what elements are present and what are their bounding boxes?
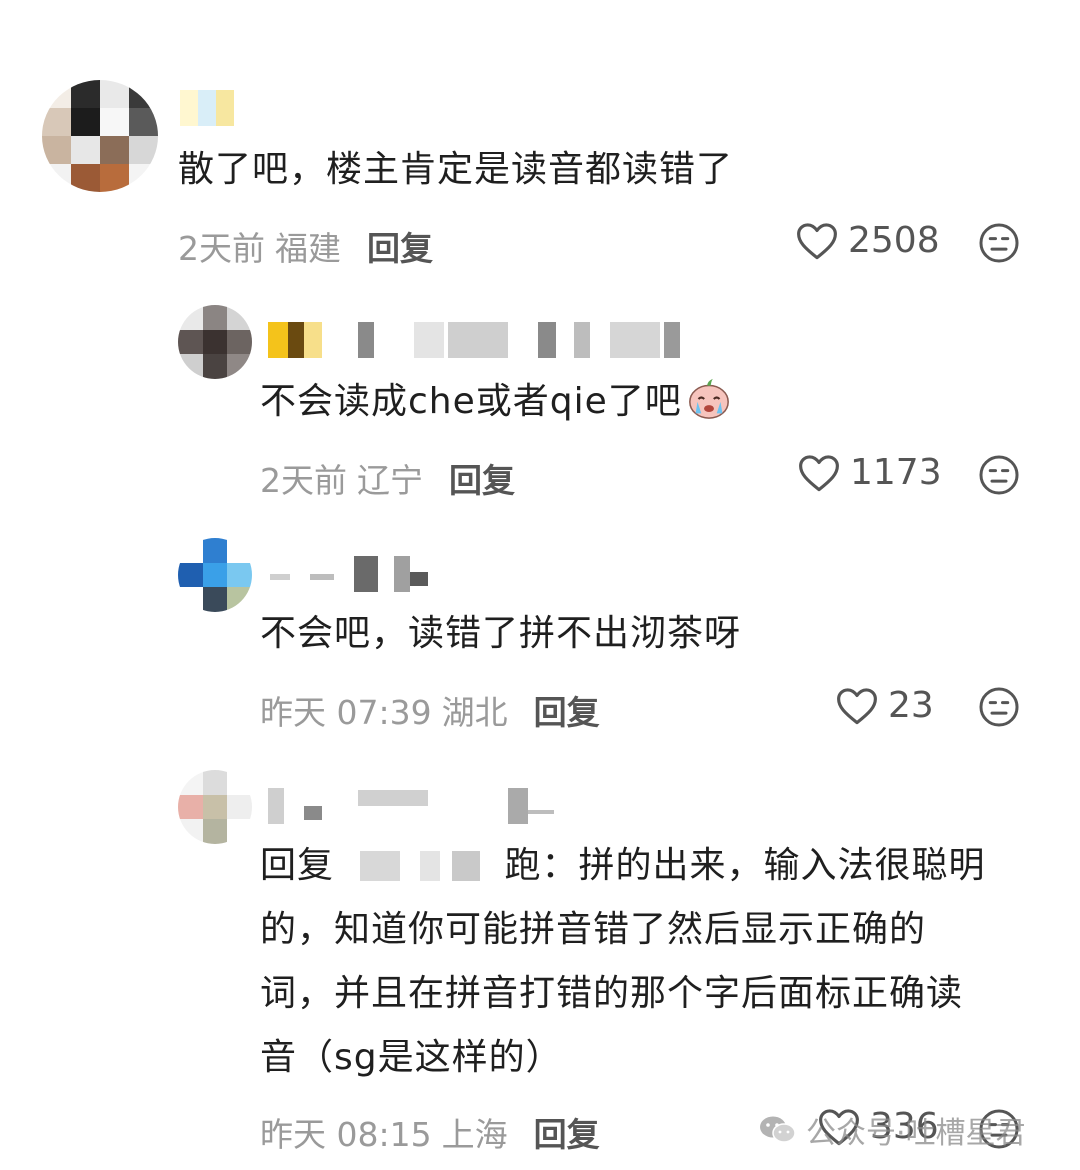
comment-text: 回复 跑：拼的出来，输入法很聪明 的，知道你可能拼音错了然后显示正确的 词，并且… <box>260 834 986 1090</box>
comment-meta: 2天前 福建 回复 <box>178 222 433 270</box>
comment-meta: 2天前 辽宁 回复 <box>260 454 515 502</box>
like-count: 1173 <box>850 452 942 493</box>
comment-text-line: 词，并且在拼音打错的那个字后面标正确读 <box>260 973 964 1014</box>
mention-pixelated[interactable] <box>350 851 501 881</box>
crying-face-emoji-icon <box>686 375 732 421</box>
avatar[interactable] <box>178 305 252 379</box>
like-count: 2508 <box>848 220 940 261</box>
heart-icon <box>798 453 840 493</box>
comment-text-line: 回复 跑：拼的出来，输入法很聪明 <box>260 834 986 898</box>
heart-icon <box>796 221 838 261</box>
like-button[interactable]: 2508 <box>796 220 940 261</box>
comment-time: 昨天 07:39 <box>260 693 432 732</box>
comment-text: 散了吧，楼主肯定是读音都读错了 <box>178 149 734 190</box>
dislike-button[interactable] <box>978 222 1020 264</box>
comment-location: 福建 <box>275 229 341 268</box>
avatar[interactable] <box>42 80 158 192</box>
reply-button[interactable]: 回复 <box>534 1108 600 1156</box>
username-pixelated[interactable] <box>268 788 558 824</box>
heart-icon <box>836 686 878 726</box>
watermark-text: 公众号·吐槽星君 <box>806 1116 1026 1151</box>
unamused-face-icon <box>978 222 1020 264</box>
dislike-button[interactable] <box>978 454 1020 496</box>
unamused-face-icon <box>978 686 1020 728</box>
comment-location: 上海 <box>441 1115 508 1154</box>
comment-meta: 昨天 07:39 湖北 回复 <box>260 686 600 734</box>
mention-suffix: 跑： <box>504 845 579 886</box>
like-count: 23 <box>888 685 934 726</box>
reply-button[interactable]: 回复 <box>367 222 433 270</box>
comment-text-content: 拼的出来，输入法很聪明 <box>578 845 986 886</box>
username-pixelated[interactable] <box>180 90 234 126</box>
reply-button[interactable]: 回复 <box>449 454 515 502</box>
avatar[interactable] <box>178 770 252 844</box>
comment-time: 2天前 <box>178 229 265 268</box>
like-button[interactable]: 1173 <box>798 452 942 493</box>
comment-text: 不会读成che或者qie了吧 <box>260 370 732 434</box>
username-pixelated[interactable] <box>270 556 440 592</box>
reply-button[interactable]: 回复 <box>534 686 600 734</box>
comment-meta: 昨天 08:15 上海 回复 <box>260 1108 600 1156</box>
wechat-icon <box>758 1114 798 1146</box>
dislike-button[interactable] <box>978 686 1020 728</box>
unamused-face-icon <box>978 454 1020 496</box>
watermark: 公众号·吐槽星君 <box>758 1108 1026 1152</box>
comment-text-line: 音（sg是这样的） <box>260 1037 563 1078</box>
username-pixelated[interactable] <box>268 322 688 358</box>
comment-time: 2天前 <box>260 461 347 500</box>
comment-location: 辽宁 <box>357 461 423 500</box>
avatar[interactable] <box>178 538 252 612</box>
comment-text-content: 不会读成che或者qie了吧 <box>260 381 682 422</box>
comment-time: 昨天 08:15 <box>260 1115 432 1154</box>
comment-location: 湖北 <box>441 693 508 732</box>
reply-prefix: 回复 <box>260 845 335 886</box>
like-button[interactable]: 23 <box>836 685 934 726</box>
comment-text-line: 的，知道你可能拼音错了然后显示正确的 <box>260 909 927 950</box>
comment-text: 不会吧，读错了拼不出沏茶呀 <box>260 613 742 654</box>
